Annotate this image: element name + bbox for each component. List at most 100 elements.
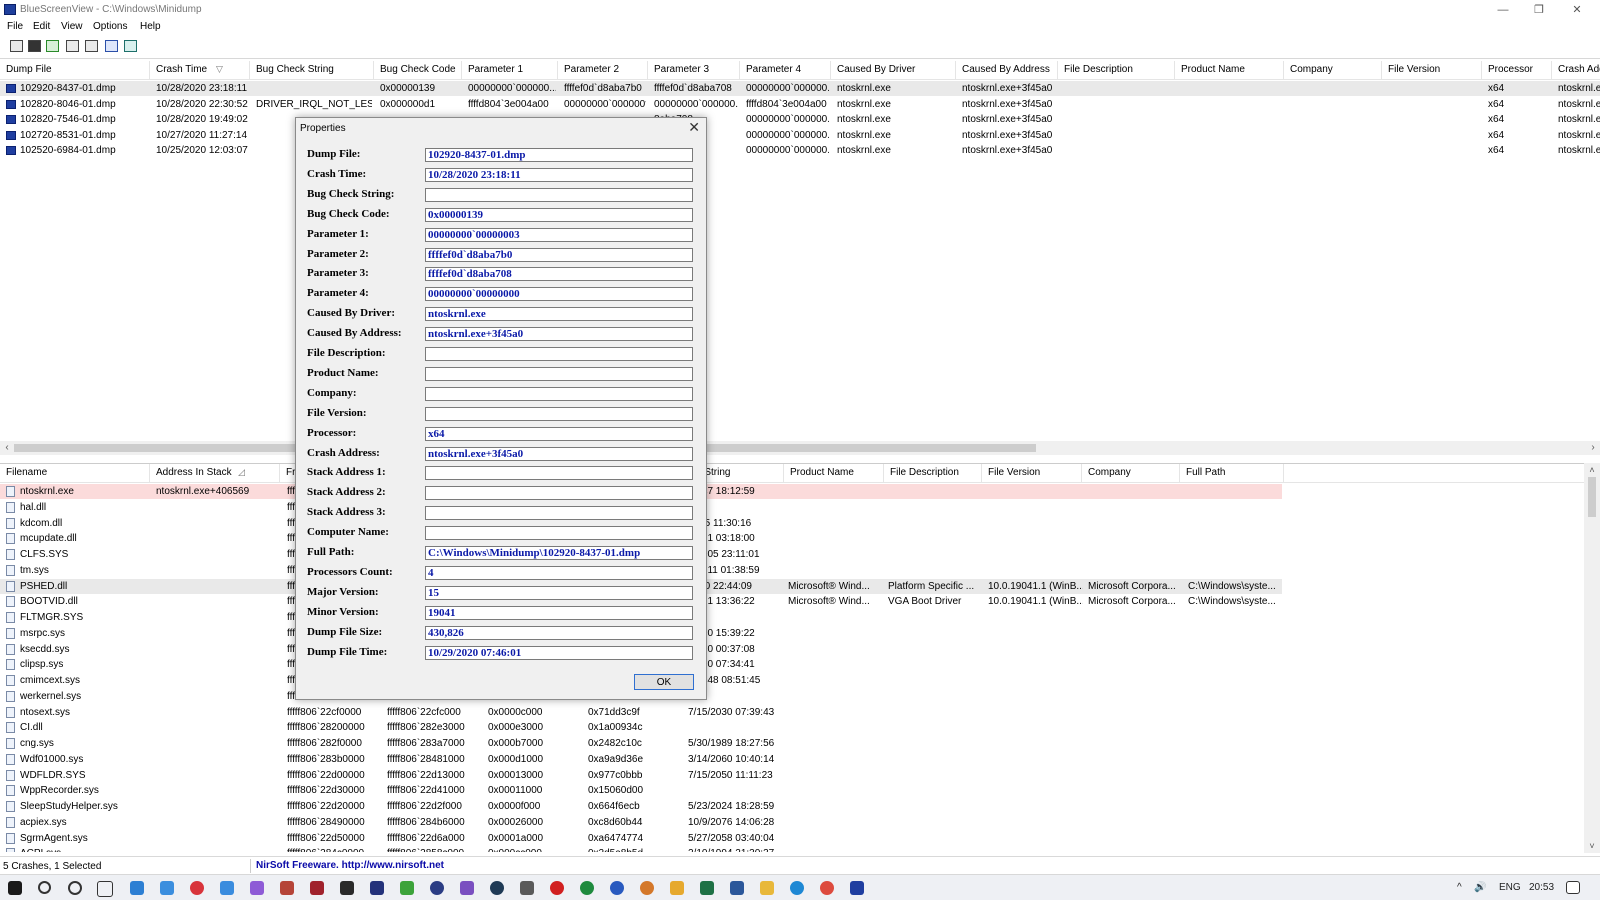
dialog-close-icon[interactable]: ✕	[688, 119, 700, 136]
html-report-icon[interactable]	[10, 40, 23, 52]
column-header[interactable]: Bug Check String	[250, 61, 374, 79]
property-value-field[interactable]: 102920-8437-01.dmp	[425, 148, 693, 162]
ok-button[interactable]: OK	[634, 674, 694, 690]
chrome-icon[interactable]	[820, 881, 834, 895]
column-header[interactable]: Parameter 4	[740, 61, 831, 79]
property-value-field[interactable]	[425, 526, 693, 541]
maximize-button[interactable]: ❐	[1524, 2, 1554, 18]
language-indicator[interactable]: ENG	[1499, 882, 1521, 893]
column-header[interactable]: Dump File	[0, 61, 150, 79]
driver-row[interactable]: msrpc.sys fff/2070 15:39:22	[0, 626, 1600, 641]
property-value-field[interactable]: 10/29/2020 07:46:01	[425, 645, 693, 660]
property-value-field[interactable]	[425, 347, 693, 361]
driver-row[interactable]: SgrmAgent.sys fffff806`22d50000 fffff806`2…	[0, 831, 1600, 846]
task-view-icon[interactable]	[97, 881, 113, 897]
taskbar-app-17-icon[interactable]	[610, 881, 624, 895]
driver-row[interactable]: werkernel.sys fff	[0, 689, 1600, 704]
driver-row[interactable]: hal.dll fff	[0, 500, 1600, 515]
driver-row[interactable]: mcupdate.dll fff/2091 03:18:00	[0, 531, 1600, 546]
property-value-field[interactable]: C:\Windows\Minidump\102920-8437-01.dmp	[425, 546, 693, 560]
find-icon[interactable]	[105, 40, 118, 52]
property-value-field[interactable]	[425, 466, 693, 481]
close-button[interactable]: ✕	[1562, 2, 1592, 18]
cortana-icon[interactable]	[68, 881, 82, 895]
driver-row[interactable]: ntosext.sys fffff806`22cf0000 fffff806`22c…	[0, 705, 1600, 720]
scroll-right-icon[interactable]: ›	[1586, 441, 1600, 455]
property-value-field[interactable]: 00000000`00000003	[425, 227, 693, 242]
scroll-down-icon[interactable]: ˅	[1584, 839, 1600, 853]
steam-icon[interactable]	[490, 881, 504, 895]
crash-row[interactable]: 102820-8046-01.dmp 10/28/2020 22:30:52 DRI…	[0, 97, 1600, 112]
column-header[interactable]: Address In Stack	[150, 464, 280, 482]
column-header[interactable]: Caused By Driver	[831, 61, 956, 79]
column-header[interactable]: Company	[1284, 61, 1382, 79]
driver-row[interactable]: SleepStudyHelper.sys fffff806`22d20000 fff…	[0, 799, 1600, 814]
save-icon[interactable]	[28, 40, 41, 52]
property-value-field[interactable]: 0x00000139	[425, 207, 693, 222]
property-value-field[interactable]	[425, 187, 693, 202]
taskbar-app-3-icon[interactable]	[190, 881, 204, 895]
bluescreenview-taskbar-icon[interactable]	[850, 881, 864, 895]
taskbar-app-2-icon[interactable]	[160, 881, 174, 895]
taskbar-app-10-icon[interactable]	[400, 881, 414, 895]
taskbar-app-9-icon[interactable]	[370, 881, 384, 895]
driver-row[interactable]: ksecdd.sys fff/2020 00:37:08	[0, 642, 1600, 657]
column-header[interactable]: Parameter 1	[462, 61, 558, 79]
property-value-field[interactable]	[425, 406, 693, 421]
crash-row[interactable]: 102720-8531-01.dmp10/27/2020 11:27:148ab…	[0, 128, 1600, 143]
refresh-icon[interactable]	[46, 40, 59, 52]
taskbar-app-7-icon[interactable]	[310, 881, 324, 895]
driver-row[interactable]: CLFS.SYS fff 0/2005 23:11:01	[0, 547, 1600, 562]
driver-row[interactable]: BOOTVID.dll fff/2081 13:36:22 Microsoft® W…	[0, 594, 1600, 609]
column-header[interactable]: Crash Add	[1552, 61, 1600, 79]
scroll-left-icon[interactable]: ‹	[0, 441, 14, 455]
property-value-field[interactable]: ntoskrnl.exe	[425, 307, 693, 322]
menu-help[interactable]: Help	[140, 21, 161, 32]
property-value-field[interactable]	[425, 486, 693, 501]
taskbar-app-4-icon[interactable]	[220, 881, 234, 895]
driver-row[interactable]: Wdf01000.sys fffff806`283b0000 fffff806`28…	[0, 752, 1600, 767]
crash-row[interactable]: 102820-7546-01.dmp10/28/2020 19:49:028ab…	[0, 112, 1600, 127]
taskbar-app-16-icon[interactable]	[580, 881, 594, 895]
property-value-field[interactable]	[425, 506, 693, 521]
column-header[interactable]: Parameter 2	[558, 61, 648, 79]
start-icon[interactable]	[8, 881, 22, 895]
property-value-field[interactable]: 19041	[425, 605, 693, 620]
column-header[interactable]: Full Path	[1180, 464, 1284, 482]
column-header[interactable]: Product Name	[1175, 61, 1284, 79]
driver-row[interactable]: cmimcext.sys fff 3/2048 08:51:45	[0, 673, 1600, 688]
driver-row[interactable]: clipsp.sys fff/2020 07:34:41	[0, 657, 1600, 672]
crash-row[interactable]: 102520-6984-01.dmp10/25/2020 12:03:078ab…	[0, 143, 1600, 158]
driver-row[interactable]: WDFLDR.SYS fffff806`22d00000 fffff806`22d1…	[0, 768, 1600, 783]
copy-icon[interactable]	[66, 40, 79, 52]
mail-app-icon[interactable]	[130, 881, 144, 895]
tray-chevron-icon[interactable]: ^	[1457, 882, 1462, 893]
driver-row[interactable]: tm.sys fff 5/2011 01:38:59	[0, 563, 1600, 578]
properties-icon[interactable]	[85, 40, 98, 52]
driver-list[interactable]: Filename Address In Stack Fr e String Produc…	[0, 463, 1600, 852]
taskbar-app-11-icon[interactable]	[430, 881, 444, 895]
driver-row[interactable]: kdcom.dll fff 2105 11:30:16	[0, 516, 1600, 531]
taskbar-app-6-icon[interactable]	[280, 881, 294, 895]
column-header[interactable]: Filename	[0, 464, 150, 482]
column-header[interactable]: File Description	[1058, 61, 1175, 79]
nirsoft-link[interactable]: NirSoft Freeware. http://www.nirsoft.net	[256, 860, 444, 871]
menu-edit[interactable]: Edit	[33, 21, 50, 32]
property-value-field[interactable]	[425, 386, 693, 401]
scroll-up-icon[interactable]: ˄	[1584, 463, 1600, 477]
driver-row[interactable]: CI.dll fffff806`28200000 fffff806`282e3000…	[0, 720, 1600, 735]
excel-icon[interactable]	[700, 881, 714, 895]
column-header[interactable]: Caused By Address	[956, 61, 1058, 79]
crash-list[interactable]: Dump File Crash Time Bug Check String Bug C…	[0, 61, 1600, 446]
clock[interactable]: 20:53	[1529, 882, 1554, 893]
property-value-field[interactable]: ntoskrnl.exe+3f45a0	[425, 327, 693, 342]
notifications-icon[interactable]	[1566, 881, 1580, 894]
vertical-scrollbar[interactable]: ˄ ˅	[1584, 463, 1600, 853]
taskbar-app-12-icon[interactable]	[460, 881, 474, 895]
menu-options[interactable]: Options	[93, 21, 127, 32]
edge-icon[interactable]	[790, 881, 804, 895]
file-explorer-icon[interactable]	[760, 881, 774, 895]
column-header[interactable]: File Description	[884, 464, 982, 482]
menu-view[interactable]: View	[61, 21, 83, 32]
minimize-button[interactable]: —	[1488, 2, 1518, 18]
